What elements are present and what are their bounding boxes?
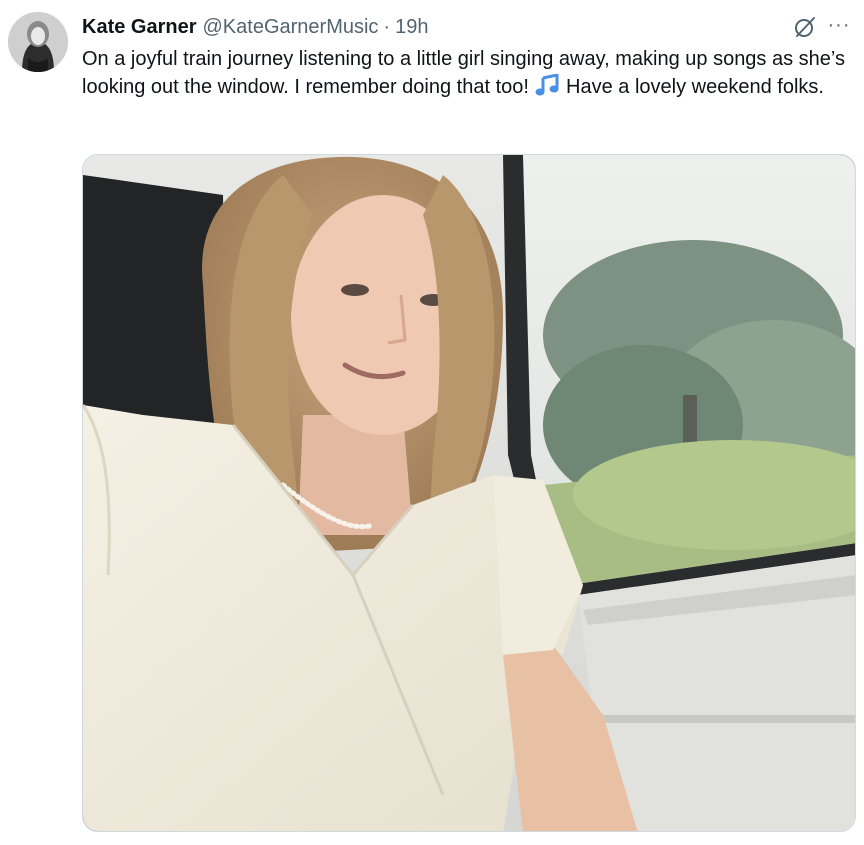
post-time[interactable]: 19h bbox=[395, 13, 428, 41]
author-name[interactable]: Kate Garner bbox=[82, 13, 197, 41]
more-icon[interactable]: ··· bbox=[824, 12, 854, 38]
author-avatar[interactable] bbox=[8, 12, 68, 72]
tweet-text: On a joyful train journey listening to a… bbox=[82, 45, 858, 101]
tweet-photo[interactable] bbox=[82, 154, 856, 832]
separator-dot: · bbox=[383, 16, 391, 38]
musical-notes-emoji bbox=[535, 73, 561, 96]
tweet-text-part2: Have a lovely weekend folks. bbox=[560, 76, 824, 98]
grok-icon[interactable] bbox=[792, 14, 818, 40]
author-handle[interactable]: @KateGarnerMusic bbox=[203, 13, 379, 41]
tweet-header: Kate Garner @KateGarnerMusic · 19h bbox=[82, 13, 864, 41]
